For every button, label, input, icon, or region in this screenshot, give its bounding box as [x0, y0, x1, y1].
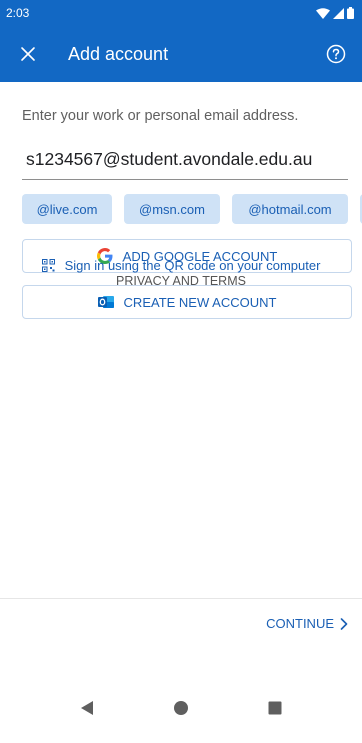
recents-square-icon: [268, 701, 282, 714]
status-time: 2:03: [6, 6, 30, 20]
domain-chip-hotmail[interactable]: @hotmail.com: [232, 194, 348, 224]
nav-recents-button[interactable]: [253, 686, 297, 730]
privacy-and-terms-link[interactable]: PRIVACY AND TERMS: [0, 274, 362, 288]
help-button[interactable]: [316, 34, 356, 74]
app-bar: Add account: [0, 26, 362, 82]
email-field[interactable]: [22, 140, 348, 178]
outlook-icon: [97, 296, 114, 308]
domain-suggestions: @live.com @msn.com @hotmail.com: [22, 194, 362, 224]
back-triangle-icon: [81, 700, 93, 715]
system-nav-bar: [0, 672, 362, 743]
continue-button[interactable]: CONTINUE: [266, 616, 348, 631]
qr-sign-in-label: Sign in using the QR code on your comput…: [64, 258, 321, 273]
qr-code-icon: [41, 259, 55, 272]
qr-sign-in-link[interactable]: Sign in using the QR code on your comput…: [0, 258, 362, 273]
page-title: Add account: [68, 43, 169, 64]
signal-icon: [333, 7, 344, 19]
status-icons: [316, 7, 354, 19]
status-bar: 2:03: [0, 0, 362, 26]
email-field-wrapper: [22, 140, 348, 180]
battery-icon: [347, 7, 354, 19]
wifi-icon: [316, 7, 330, 19]
footer-divider: [0, 598, 362, 599]
close-button[interactable]: [4, 26, 52, 82]
help-circle-icon: [326, 44, 346, 64]
home-circle-icon: [174, 700, 188, 715]
email-prompt: Enter your work or personal email addres…: [22, 108, 299, 124]
chevron-right-icon: [340, 617, 348, 630]
continue-label: CONTINUE: [266, 616, 334, 631]
nav-home-button[interactable]: [159, 686, 203, 730]
domain-chip-msn[interactable]: @msn.com: [124, 194, 220, 224]
close-icon: [21, 47, 35, 61]
create-new-account-button[interactable]: CREATE NEW ACCOUNT: [22, 285, 352, 319]
nav-back-button[interactable]: [65, 686, 109, 730]
domain-chip-live[interactable]: @live.com: [22, 194, 112, 224]
create-new-account-label: CREATE NEW ACCOUNT: [123, 294, 277, 310]
